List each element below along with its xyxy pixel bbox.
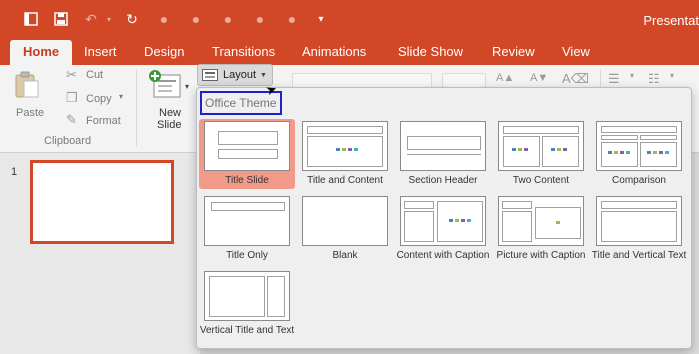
cut-button[interactable]: Cut (86, 69, 103, 81)
paste-icon[interactable] (14, 71, 40, 102)
layout-thumbnail (596, 121, 682, 171)
layout-two-content[interactable]: Two Content (493, 119, 589, 189)
clear-formatting-icon[interactable]: A⌫ (562, 71, 589, 87)
bullets-dropdown-icon[interactable]: ▾ (630, 71, 634, 80)
layout-section-header[interactable]: Section Header (395, 119, 491, 189)
layout-label: Title Slide (225, 175, 269, 186)
layout-title-only[interactable]: Title Only (199, 194, 295, 264)
sidebar-toggle-icon[interactable] (22, 10, 40, 28)
format-painter-button[interactable]: Format (86, 115, 121, 127)
layout-thumbnail (302, 121, 388, 171)
layout-title-and-content[interactable]: Title and Content (297, 119, 393, 189)
tab-review[interactable]: Review (492, 44, 535, 59)
tab-view[interactable]: View (562, 44, 590, 59)
layout-label: Title and Content (307, 175, 383, 186)
new-slide-label-line1[interactable]: New (159, 107, 181, 119)
copy-button[interactable]: Copy (86, 93, 112, 105)
slideshow-icon[interactable]: ● (187, 10, 205, 28)
layout-thumbnail (596, 196, 682, 246)
bullets-icon[interactable]: ☰ (608, 71, 620, 87)
paste-button[interactable]: Paste (16, 107, 44, 119)
layout-label: Two Content (512, 175, 570, 186)
layout-label: Picture with Caption (496, 250, 586, 261)
divider (136, 69, 137, 147)
layout-label: Layout (223, 69, 257, 81)
layout-thumbnail (204, 196, 290, 246)
decrease-font-icon[interactable]: A▼ (530, 72, 548, 84)
tab-slide-show[interactable]: Slide Show (398, 44, 463, 59)
slide-thumbnail[interactable] (30, 160, 174, 244)
new-slide-label-line2[interactable]: Slide (157, 119, 181, 131)
tab-animations[interactable]: Animations (302, 44, 366, 59)
layout-picture-with-caption[interactable]: Picture with Caption (493, 194, 589, 264)
more-icon[interactable]: ● (283, 10, 301, 28)
layout-label: Title Only (226, 250, 268, 261)
layout-blank[interactable]: Blank (297, 194, 393, 264)
title-bar: ↶ ▾ ↻ ● ● ● ● ● ▾ Presentat (0, 0, 699, 40)
present-icon[interactable]: ● (219, 10, 237, 28)
cut-icon: ✂ (66, 67, 77, 82)
layout-thumbnail (400, 196, 486, 246)
layout-icon (202, 69, 218, 81)
format-painter-icon: ✎ (66, 112, 77, 127)
tab-home[interactable]: Home (10, 40, 73, 65)
redo-icon[interactable]: ↻ (123, 10, 141, 28)
numbering-icon[interactable]: ☷ (648, 71, 660, 87)
layout-title-slide[interactable]: Title Slide (199, 119, 295, 189)
content-icons (336, 148, 358, 151)
layout-label: Title and Vertical Text (591, 250, 687, 261)
layout-vertical-title-and-text[interactable]: Vertical Title and Text (199, 269, 295, 339)
copy-dropdown-icon[interactable]: ▾ (119, 92, 123, 101)
layout-content-with-caption[interactable]: Content with Caption (395, 194, 491, 264)
layout-comparison[interactable]: Comparison (591, 119, 687, 189)
layout-thumbnail (302, 196, 388, 246)
layout-label: Comparison (612, 175, 666, 186)
layout-title-and-vertical-text[interactable]: Title and Vertical Text (591, 194, 687, 264)
record-icon[interactable]: ● (155, 10, 173, 28)
layout-thumbnail (204, 271, 290, 321)
undo-icon[interactable]: ↶ (82, 10, 100, 28)
layout-button[interactable]: Layout ▼ (197, 64, 273, 86)
layout-label: Section Header (408, 175, 478, 186)
increase-font-icon[interactable]: A▲ (496, 72, 514, 84)
layout-thumbnail (400, 121, 486, 171)
layout-gallery: Office Theme Title Slide Title and Conte… (196, 87, 692, 349)
layout-thumbnail (204, 121, 290, 171)
layout-label: Vertical Title and Text (199, 325, 295, 336)
undo-dropdown-icon[interactable]: ▾ (100, 10, 118, 28)
tab-insert[interactable]: Insert (84, 44, 117, 59)
new-slide-dropdown-icon[interactable]: ▾ (185, 82, 189, 91)
slide-number: 1 (11, 166, 18, 178)
save-icon[interactable] (52, 10, 70, 28)
layout-thumbnail (498, 121, 584, 171)
tab-transitions[interactable]: Transitions (212, 44, 275, 59)
share-icon[interactable]: ● (251, 10, 269, 28)
new-slide-icon[interactable] (148, 69, 182, 104)
app-title: Presentat (643, 13, 699, 28)
ribbon-tabs: Home Insert Design Transitions Animation… (0, 40, 699, 65)
chevron-down-icon: ▼ (260, 71, 267, 79)
layout-label: Content with Caption (396, 250, 490, 261)
copy-icon: ❐ (66, 90, 78, 105)
numbering-dropdown-icon[interactable]: ▾ (670, 71, 674, 80)
layout-thumbnail (498, 196, 584, 246)
tab-design[interactable]: Design (144, 44, 184, 59)
clipboard-group-label: Clipboard (44, 135, 92, 147)
customize-icon[interactable]: ▾ (312, 10, 330, 28)
layout-label: Blank (332, 250, 358, 261)
